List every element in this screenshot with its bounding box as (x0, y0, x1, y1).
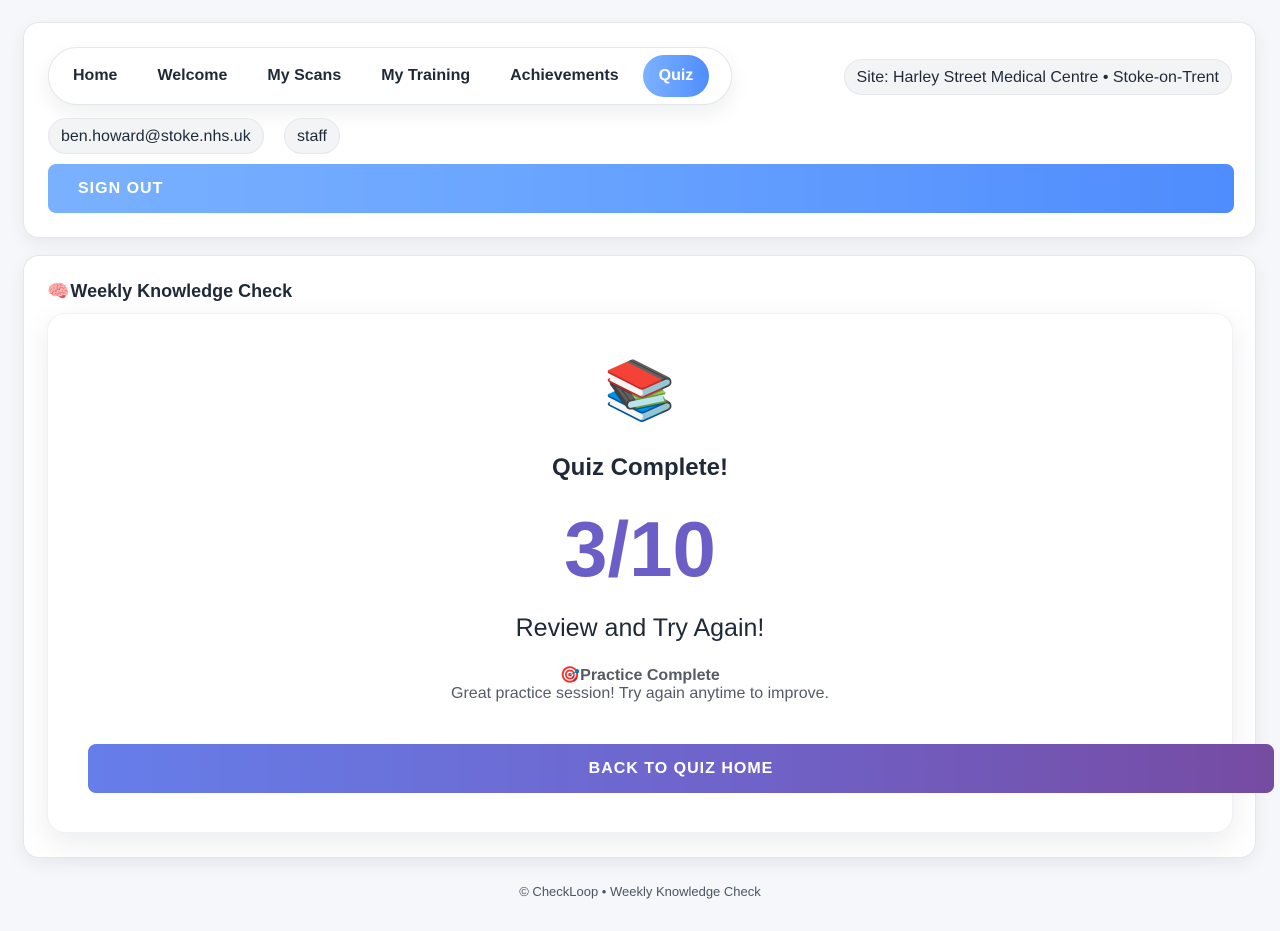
nav-my-training[interactable]: My Training (365, 55, 486, 97)
target-icon: 🎯 (560, 667, 581, 684)
nav-home[interactable]: Home (57, 55, 133, 97)
back-to-quiz-home-button[interactable]: BACK TO QUIZ HOME (88, 744, 1274, 793)
section-title-text: Weekly Knowledge Check (70, 281, 293, 301)
quiz-verdict: Review and Try Again! (515, 614, 765, 642)
quiz-score: 3/10 (564, 505, 716, 593)
section-title: 🧠 Weekly Knowledge Check (47, 281, 292, 302)
main-nav: Home Welcome My Scans My Training Achiev… (48, 47, 732, 105)
header-card: Home Welcome My Scans My Training Achiev… (23, 22, 1256, 238)
nav-achievements[interactable]: Achievements (494, 55, 635, 97)
site-badge: Site: Harley Street Medical Centre • Sto… (843, 59, 1232, 95)
nav-my-scans[interactable]: My Scans (251, 55, 357, 97)
quiz-card: 🧠 Weekly Knowledge Check 📚 Quiz Complete… (23, 255, 1274, 858)
practice-complete-label: Practice Complete (580, 667, 720, 684)
user-email-badge: ben.howard@stoke.nhs.uk (48, 118, 264, 154)
brain-icon: 🧠 (47, 281, 70, 301)
user-role-badge: staff (284, 118, 340, 154)
footer: © CheckLoop • Weekly Knowledge Check (519, 884, 761, 899)
sign-out-button[interactable]: SIGN OUT (48, 164, 1234, 213)
practice-complete-heading: 🎯Practice Complete (48, 665, 1232, 685)
quiz-complete-title: Quiz Complete! (551, 454, 728, 481)
books-icon: 📚 (603, 358, 677, 423)
quiz-result-panel: 📚 Quiz Complete! 3/10 Review and Try Aga… (47, 313, 1274, 833)
practice-description: Great practice session! Try again anytim… (451, 685, 829, 702)
nav-welcome[interactable]: Welcome (141, 55, 243, 97)
nav-quiz[interactable]: Quiz (642, 55, 710, 97)
